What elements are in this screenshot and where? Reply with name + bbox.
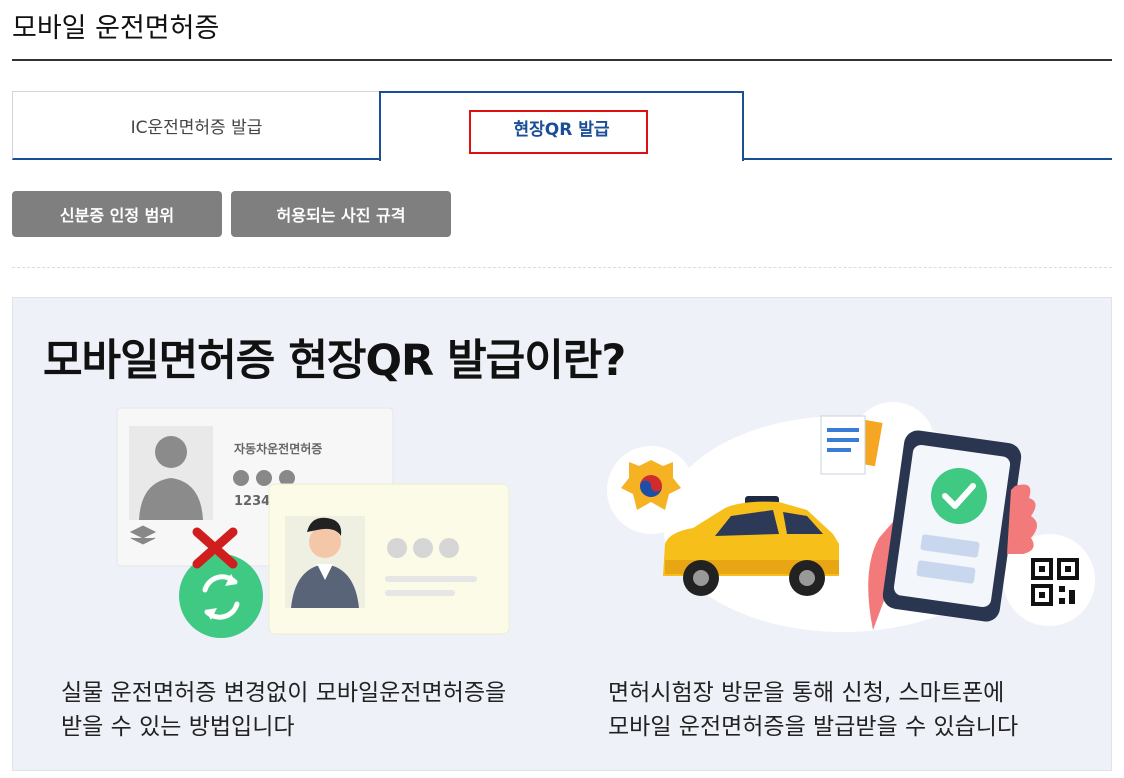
dashed-divider (12, 267, 1112, 268)
caption-left-line1: 실물 운전면허증 변경없이 모바일운전면허증을 (61, 680, 507, 706)
check-icon (931, 468, 987, 524)
tab-onsite-qr[interactable]: 현장QR 발급 (379, 91, 744, 161)
id-scope-button[interactable]: 신분증 인정 범위 (12, 191, 222, 237)
caption-right: 면허시험장 방문을 통해 신청, 스마트폰에 모바일 운전면허증을 발급받을 수… (608, 676, 1018, 744)
refresh-icon (179, 554, 263, 638)
page-title: 모바일 운전면허증 (12, 13, 220, 44)
caption-left-line2: 받을 수 있는 방법입니다 (61, 714, 295, 740)
person-silhouette-icon (155, 436, 187, 468)
card-title-text: 자동차운전면허증 (234, 441, 322, 456)
photo-spec-button[interactable]: 허용되는 사진 규격 (231, 191, 451, 237)
document-icon (820, 415, 883, 475)
title-divider (12, 59, 1112, 61)
highlight-box (469, 110, 648, 154)
tab-ic-license-label: IC운전면허증 발급 (130, 117, 263, 138)
panel-heading: 모바일면허증 현장QR 발급이란? (43, 336, 626, 386)
license-conversion-illustration: 자동차운전면허증 12345 (116, 407, 510, 638)
info-panel: 모바일면허증 현장QR 발급이란? 자동차운전면허증 12345 실물 운전면허… (12, 297, 1112, 771)
caption-right-line2: 모바일 운전면허증을 발급받을 수 있습니다 (608, 714, 1019, 740)
tab-baseline (744, 158, 1112, 160)
caption-left: 실물 운전면허증 변경없이 모바일운전면허증을 받을 수 있는 방법입니다 (61, 676, 506, 744)
onsite-issue-illustration (607, 402, 1095, 632)
smartphone-icon (882, 430, 1022, 622)
caption-right-line1: 면허시험장 방문을 통해 신청, 스마트폰에 (608, 680, 1005, 706)
tab-ic-license[interactable]: IC운전면허증 발급 (12, 91, 380, 160)
